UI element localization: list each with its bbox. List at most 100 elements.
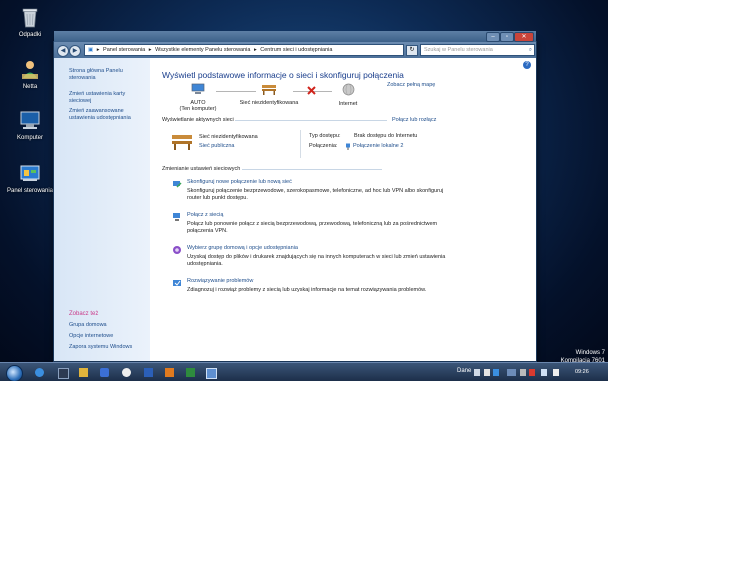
- see-full-map-link[interactable]: Zobacz pełną mapę: [387, 82, 435, 88]
- change-settings-heading: Zmienianie ustawień sieciowych: [162, 166, 241, 172]
- tray-language-indicator[interactable]: Dane: [457, 368, 471, 374]
- task-new-connection-link[interactable]: Skonfiguruj nowe połączenie lub nową sie…: [187, 179, 292, 185]
- bench-network-icon: [262, 85, 276, 95]
- tray-arrow-icon[interactable]: [520, 369, 526, 376]
- sidebar-link-homegroup[interactable]: Grupa domowa: [69, 322, 147, 329]
- task-description: Skonfiguruj połączenie bezprzewodowe, sz…: [187, 188, 444, 201]
- breadcrumb[interactable]: ▣ ▸ Panel sterowania ▸ Wszystkie element…: [84, 44, 404, 56]
- map-node-name: Sieć niezidentyfikowana: [239, 99, 299, 106]
- desktop-icon-label: Panel sterowania: [6, 188, 54, 194]
- troubleshoot-icon: [173, 280, 181, 286]
- chrome-icon[interactable]: [122, 368, 131, 377]
- task-troubleshoot-link[interactable]: Rozwiązywanie problemów: [187, 278, 253, 284]
- network-sharing-center-window: – ▫ ✕ ◀ ▶ ▣ ▸ Panel sterowania ▸ Wszystk…: [53, 31, 537, 362]
- sidebar-link-windows-firewall[interactable]: Zapora systemu Windows: [69, 344, 147, 351]
- vertical-divider: [300, 130, 301, 158]
- task-description: Zdiagnozuj i rozwiąż problemy z siecią l…: [187, 287, 427, 293]
- section-divider: [235, 120, 387, 121]
- desktop-icon-user[interactable]: Netta: [0, 58, 60, 90]
- breadcrumb-separator: ▸: [253, 47, 257, 53]
- sidebar-link-control-panel-home[interactable]: Strona główna Panelu sterowania: [69, 68, 147, 81]
- computer-icon: [191, 83, 205, 94]
- map-node-network[interactable]: Sieć niezidentyfikowana: [236, 83, 302, 106]
- desktop-icon-label: Netta: [22, 84, 38, 90]
- network-adapter-icon: [346, 143, 350, 150]
- close-button[interactable]: ✕: [514, 32, 534, 42]
- task-description: Połącz lub ponownie połącz z siecią bezp…: [187, 221, 438, 234]
- maximize-button[interactable]: ▫: [500, 32, 514, 42]
- window-titlebar[interactable]: – ▫ ✕: [54, 31, 536, 42]
- computer-icon: [20, 111, 40, 129]
- sidebar-link-advanced-sharing[interactable]: Zmień zaawansowane ustawienia udostępnia…: [69, 108, 147, 121]
- minimize-button[interactable]: –: [486, 32, 500, 42]
- map-node-name: Internet: [338, 100, 358, 107]
- connect-disconnect-link[interactable]: Połącz lub rozłącz: [392, 117, 436, 123]
- internet-explorer-icon[interactable]: [35, 368, 44, 377]
- tray-keyboard-icon[interactable]: [507, 369, 516, 376]
- desktop-icon-control-panel[interactable]: Panel sterowania: [0, 162, 60, 194]
- network-name: Sieć niezidentyfikowana: [199, 134, 258, 140]
- section-divider: [242, 169, 382, 170]
- excel-icon[interactable]: [186, 368, 195, 377]
- tray-clock[interactable]: 09:26: [575, 369, 589, 375]
- control-panel-icon: [20, 165, 40, 181]
- tray-volume-icon[interactable]: [553, 369, 559, 376]
- refresh-icon: ↻: [409, 47, 415, 53]
- search-icon: ⌕: [528, 47, 532, 53]
- breadcrumb-separator: ▸: [148, 47, 152, 53]
- desktop-icon-label: Komputer: [16, 135, 43, 141]
- task-connect-network-link[interactable]: Połącz z siecią: [187, 212, 223, 218]
- no-connection-icon: [307, 86, 316, 95]
- page-title: Wyświetl podstawowe informacje o sieci i…: [162, 70, 404, 80]
- recycle-bin-icon: [22, 8, 38, 28]
- explorer-folder-icon[interactable]: [79, 368, 88, 377]
- map-node-computer[interactable]: AUTO (Ten komputer): [173, 83, 223, 113]
- connections-label: Połączenia:: [309, 143, 338, 149]
- search-input[interactable]: Szukaj w Panelu sterowania ⌕: [420, 44, 535, 56]
- new-connection-icon: [173, 181, 182, 188]
- sidebar-link-internet-options[interactable]: Opcje internetowe: [69, 333, 147, 340]
- desktop: Odpadki Netta Komputer Panel sterowania …: [0, 0, 608, 381]
- word-icon[interactable]: [144, 368, 153, 377]
- address-toolbar: ◀ ▶ ▣ ▸ Panel sterowania ▸ Wszystkie ele…: [54, 42, 536, 58]
- desktop-icon-computer[interactable]: Komputer: [0, 109, 60, 141]
- access-type-label: Typ dostępu:: [309, 133, 341, 139]
- local-connection-link[interactable]: Połączenie lokalne 2: [353, 143, 403, 150]
- tray-flag-icon[interactable]: [529, 369, 535, 376]
- forward-button[interactable]: ▶: [69, 45, 81, 57]
- bench-network-icon: [172, 135, 192, 150]
- see-also-heading: Zobacz też: [69, 311, 99, 317]
- start-button[interactable]: [6, 365, 23, 381]
- homegroup-icon: [173, 246, 181, 254]
- map-node-subtitle: (Ten komputer): [179, 106, 217, 112]
- network-type-link[interactable]: Sieć publiczna: [199, 143, 234, 150]
- tray-print-icon[interactable]: [484, 369, 490, 376]
- breadcrumb-item[interactable]: Panel sterowania: [103, 47, 145, 53]
- control-panel-icon: ▣: [88, 47, 94, 53]
- refresh-button[interactable]: ↻: [406, 45, 418, 56]
- tray-network-icon[interactable]: [493, 369, 499, 376]
- globe-icon: [342, 83, 354, 96]
- back-button[interactable]: ◀: [57, 45, 69, 57]
- tray-network-status-icon[interactable]: [541, 369, 547, 376]
- main-content: ? Wyświetl podstawowe informacje o sieci…: [150, 58, 536, 361]
- map-node-internet[interactable]: Internet: [326, 83, 370, 107]
- user-folder-icon: [22, 61, 38, 79]
- help-icon[interactable]: ?: [523, 61, 531, 69]
- search-placeholder: Szukaj w Panelu sterowania: [424, 47, 493, 53]
- media-player-icon[interactable]: [58, 368, 69, 379]
- messenger-icon[interactable]: [100, 368, 109, 377]
- control-panel-taskbar-icon[interactable]: [206, 368, 217, 379]
- breadcrumb-separator: ▸: [96, 47, 100, 53]
- sidebar-link-adapter-settings[interactable]: Zmień ustawienia karty sieciowej: [69, 91, 147, 104]
- desktop-icon-recycle-bin[interactable]: Odpadki: [0, 6, 60, 38]
- breadcrumb-item[interactable]: Wszystkie elementy Panelu sterowania: [155, 47, 250, 53]
- sidebar: Strona główna Panelu sterowania Zmień us…: [54, 58, 150, 361]
- outlook-icon[interactable]: [165, 368, 174, 377]
- connect-network-icon: [173, 213, 180, 221]
- task-description: Uzyskaj dostęp do plików i drukarek znaj…: [187, 254, 446, 267]
- task-homegroup-link[interactable]: Wybierz grupę domową i opcje udostępnian…: [187, 245, 298, 251]
- tray-document-icon[interactable]: [474, 369, 480, 376]
- access-type-value: Brak dostępu do Internetu: [354, 133, 418, 139]
- breadcrumb-item[interactable]: Centrum sieci i udostępniania: [260, 47, 332, 53]
